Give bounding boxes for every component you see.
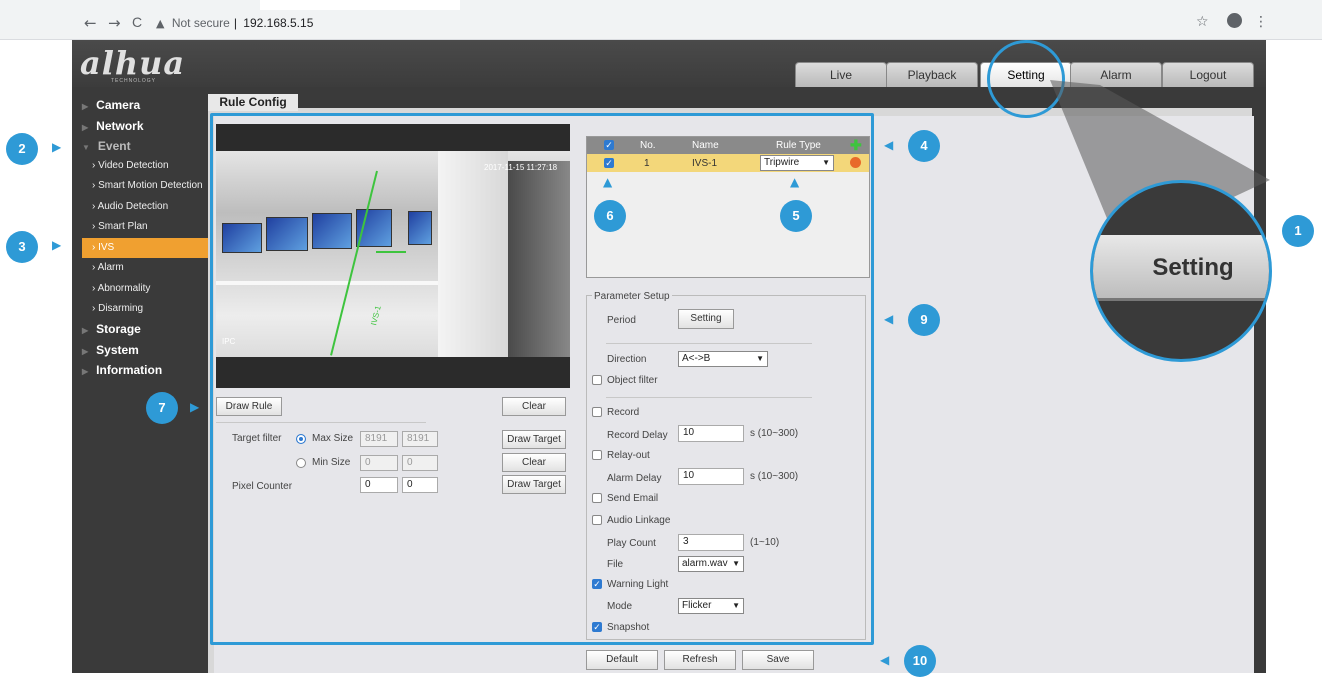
callout-1: 1: [1282, 215, 1314, 247]
pointer-up-icon: ▲: [603, 175, 613, 189]
tab-rule-config[interactable]: Rule Config: [208, 94, 298, 111]
sidebar-item-network[interactable]: ▶ Network: [82, 116, 144, 136]
callout-7: 7: [146, 392, 178, 424]
pointer-right-icon: ▶: [52, 238, 62, 252]
sidebar-sub-smart-motion-detection[interactable]: › Smart Motion Detection: [82, 176, 208, 196]
security-label: Not secure: [171, 16, 230, 30]
browser-menu-icon[interactable]: ⋮: [1254, 14, 1268, 30]
default-button[interactable]: Default: [586, 650, 658, 670]
pointer-right-icon: ▶: [190, 400, 200, 414]
zoom-magnifier: Setting: [1090, 180, 1272, 362]
sidebar-sub-abnormality[interactable]: › Abnormality: [82, 279, 208, 299]
pointer-left-icon: ◀: [880, 653, 890, 667]
sidebar-item-information[interactable]: ▶ Information: [82, 360, 162, 380]
callout-9: 9: [908, 304, 940, 336]
callout-2: 2: [6, 133, 38, 165]
reload-icon[interactable]: C: [132, 14, 142, 30]
sidebar-sub-video-detection[interactable]: › Video Detection: [82, 156, 208, 176]
sidebar-item-system[interactable]: ▶ System: [82, 340, 139, 360]
sidebar-item-camera[interactable]: ▶ Camera: [82, 95, 140, 115]
sidebar-sub-disarming[interactable]: › Disarming: [82, 299, 208, 319]
sidebar-sub-alarm[interactable]: › Alarm: [82, 258, 208, 278]
callout-10: 10: [904, 645, 936, 677]
star-icon[interactable]: ☆: [1196, 14, 1209, 30]
address-bar[interactable]: ▲ Not secure | 192.168.5.15: [148, 12, 1256, 34]
highlight-frame: [210, 113, 874, 645]
sidebar-sub-smart-plan[interactable]: › Smart Plan: [82, 217, 208, 237]
logo: alhua: [80, 44, 186, 82]
pointer-left-icon: ◀: [884, 312, 894, 326]
logo-subtitle: TECHNOLOGY: [111, 78, 157, 84]
sidebar-sub-audio-detection[interactable]: › Audio Detection: [82, 197, 208, 217]
forward-icon[interactable]: →: [108, 14, 121, 32]
callout-6: 6: [594, 200, 626, 232]
pointer-right-icon: ▶: [52, 140, 62, 154]
callout-5: 5: [780, 200, 812, 232]
callout-4: 4: [908, 130, 940, 162]
warning-icon: ▲: [156, 17, 165, 30]
zoom-setting-label: Setting: [1093, 235, 1269, 301]
sidebar-item-event[interactable]: ▼ Event: [82, 136, 131, 156]
sidebar-sub-ivs[interactable]: › IVS: [82, 238, 208, 258]
pointer-left-icon: ◀: [884, 138, 894, 152]
browser-tab[interactable]: [260, 0, 460, 10]
back-icon[interactable]: ←: [84, 14, 97, 32]
tab-playback[interactable]: Playback: [886, 62, 978, 87]
save-button[interactable]: Save: [742, 650, 814, 670]
callout-3: 3: [6, 231, 38, 263]
tab-live[interactable]: Live: [795, 62, 887, 87]
profile-icon[interactable]: [1227, 13, 1242, 28]
refresh-button[interactable]: Refresh: [664, 650, 736, 670]
pointer-up-icon: ▲: [790, 175, 800, 189]
url-text: 192.168.5.15: [243, 16, 314, 30]
sidebar-item-storage[interactable]: ▶ Storage: [82, 319, 141, 339]
